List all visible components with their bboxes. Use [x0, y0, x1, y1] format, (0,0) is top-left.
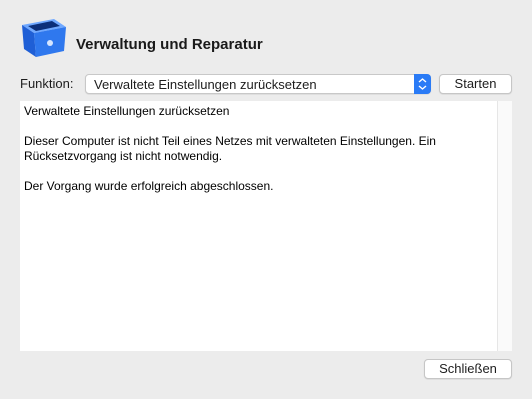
output-scrollbar[interactable] [497, 101, 512, 351]
function-select-value: Verwaltete Einstellungen zurücksetzen [94, 77, 317, 92]
chevron-up-down-icon [418, 78, 427, 90]
output-text: Verwaltete Einstellungen zurücksetzen Di… [24, 104, 494, 209]
output-line: Der Vorgang wurde erfolgreich abgeschlos… [24, 179, 274, 193]
output-line: Dieser Computer ist nicht Teil eines Net… [24, 134, 436, 163]
toolbox-icon [20, 17, 68, 61]
window-title: Verwaltung und Reparatur [76, 36, 263, 53]
output-log[interactable]: Verwaltete Einstellungen zurücksetzen Di… [20, 101, 512, 351]
output-line: Verwaltete Einstellungen zurücksetzen [24, 104, 230, 118]
close-button[interactable]: Schließen [424, 359, 512, 379]
function-label: Funktion: [20, 76, 74, 91]
function-select[interactable]: Verwaltete Einstellungen zurücksetzen [85, 74, 431, 94]
select-stepper[interactable] [414, 74, 431, 94]
start-button[interactable]: Starten [439, 74, 512, 94]
